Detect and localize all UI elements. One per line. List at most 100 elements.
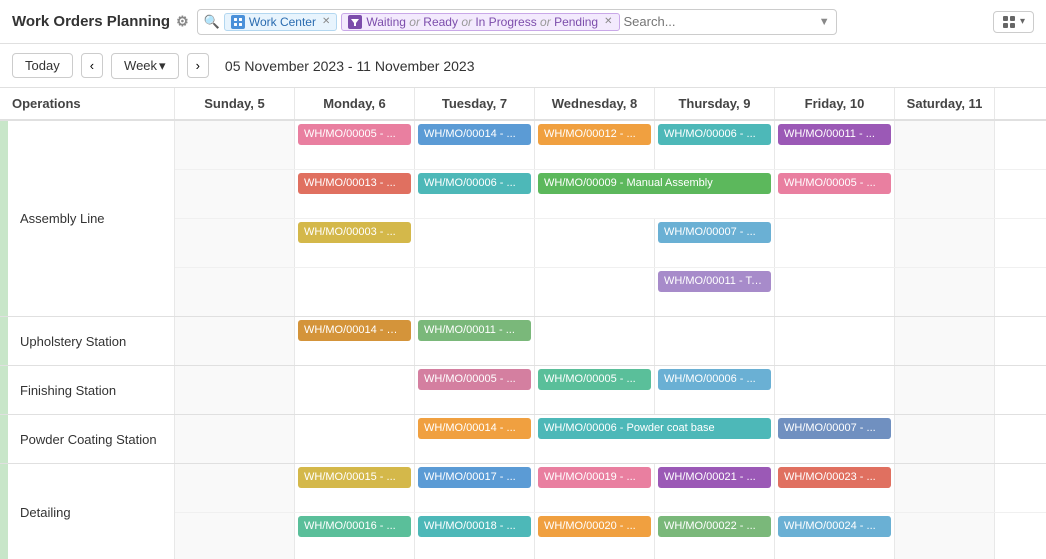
view-toggle-arrow: ▾ (1020, 16, 1025, 27)
cell-assembly-2-sat (895, 170, 995, 218)
cell-assembly-1-sun (175, 121, 295, 169)
assembly-row-1: WH/MO/00005 - ... WH/MO/00014 - ... WH/M… (175, 121, 1046, 170)
assembly-row-4: WH/MO/00011 - Testing (175, 268, 1046, 316)
detailing-row-1: WH/MO/00015 - ... WH/MO/00017 - ... WH/M… (175, 464, 1046, 513)
cell-upholstery-sun (175, 317, 295, 365)
view-toggle[interactable]: ▾ (993, 11, 1034, 33)
cell-assembly-4-tue (415, 268, 535, 316)
work-center-tag[interactable]: Work Center ✕ (224, 13, 338, 31)
gear-icon[interactable]: ⚙ (176, 13, 189, 30)
status-filter-label: Waiting or Ready or In Progress or Pendi… (366, 15, 598, 29)
event-wh-mo-00011-fri[interactable]: WH/MO/00011 - ... (778, 124, 891, 145)
event-wh-mo-00005-mon[interactable]: WH/MO/00005 - ... (298, 124, 411, 145)
event-wh-mo-00015-mon[interactable]: WH/MO/00015 - ... (298, 467, 411, 488)
search-input[interactable] (624, 14, 813, 29)
event-wh-mo-00005-tue-fin[interactable]: WH/MO/00005 - ... (418, 369, 531, 390)
list-view-icon (1002, 15, 1016, 29)
week-button[interactable]: Week ▾ (111, 53, 179, 79)
detailing-row-2: WH/MO/00016 - ... WH/MO/00018 - ... WH/M… (175, 513, 1046, 559)
event-wh-mo-00022-thu[interactable]: WH/MO/00022 - ... (658, 516, 771, 537)
assembly-row-3: WH/MO/00003 - ... WH/MO/00007 - ... (175, 219, 1046, 268)
cell-detailing-2-wed: WH/MO/00020 - ... (535, 513, 655, 559)
cell-assembly-1-fri: WH/MO/00011 - ... (775, 121, 895, 169)
header-friday: Friday, 10 (775, 88, 895, 119)
work-center-close[interactable]: ✕ (322, 16, 330, 27)
cell-detailing-2-sun (175, 513, 295, 559)
cell-assembly-2-mon: WH/MO/00013 - ... (295, 170, 415, 218)
event-wh-mo-00006-powder[interactable]: WH/MO/00006 - Powder coat base (538, 418, 771, 439)
cell-assembly-2-fri: WH/MO/00005 - ... (775, 170, 895, 218)
cell-powder-mon (295, 415, 415, 463)
powder-coating-label: Powder Coating Station (0, 415, 175, 463)
cell-assembly-4-sat (895, 268, 995, 316)
event-wh-mo-00024-fri[interactable]: WH/MO/00024 - ... (778, 516, 891, 537)
cell-finishing-thu: WH/MO/00006 - ... (655, 366, 775, 414)
header-sunday: Sunday, 5 (175, 88, 295, 119)
cell-assembly-3-sat (895, 219, 995, 267)
event-wh-mo-00009-manual[interactable]: WH/MO/00009 - Manual Assembly (538, 173, 771, 194)
cell-detailing-1-mon: WH/MO/00015 - ... (295, 464, 415, 512)
event-wh-mo-00019-wed[interactable]: WH/MO/00019 - ... (538, 467, 651, 488)
cell-upholstery-tue: WH/MO/00011 - ... (415, 317, 535, 365)
cell-detailing-1-wed: WH/MO/00019 - ... (535, 464, 655, 512)
cell-assembly-4-sun (175, 268, 295, 316)
powder-coating-group: Powder Coating Station WH/MO/00014 - ...… (0, 415, 1046, 464)
cell-assembly-2-wed: WH/MO/00009 - Manual Assembly (535, 170, 775, 218)
subtoolbar: Today ‹ Week ▾ › 05 November 2023 - 11 N… (0, 44, 1046, 88)
event-wh-mo-00014-tue-pow[interactable]: WH/MO/00014 - ... (418, 418, 531, 439)
event-wh-mo-00011-tue[interactable]: WH/MO/00011 - ... (418, 320, 531, 341)
detailing-rows: WH/MO/00015 - ... WH/MO/00017 - ... WH/M… (175, 464, 1046, 559)
prev-button[interactable]: ‹ (81, 53, 103, 78)
cell-powder-sun (175, 415, 295, 463)
cell-detailing-2-tue: WH/MO/00018 - ... (415, 513, 535, 559)
event-wh-mo-00007-fri-pow[interactable]: WH/MO/00007 - ... (778, 418, 891, 439)
event-wh-mo-00016-mon[interactable]: WH/MO/00016 - ... (298, 516, 411, 537)
assembly-line-label: Assembly Line (0, 121, 175, 316)
finishing-row-1: WH/MO/00005 - ... WH/MO/00005 - ... WH/M… (175, 366, 1046, 414)
finishing-label: Finishing Station (0, 366, 175, 414)
event-wh-mo-00020-wed[interactable]: WH/MO/00020 - ... (538, 516, 651, 537)
cell-upholstery-thu (655, 317, 775, 365)
event-wh-mo-00017-tue[interactable]: WH/MO/00017 - ... (418, 467, 531, 488)
search-icon[interactable]: 🔍 (204, 14, 220, 30)
event-wh-mo-00023-fri[interactable]: WH/MO/00023 - ... (778, 467, 891, 488)
date-range: 05 November 2023 - 11 November 2023 (225, 58, 475, 74)
event-wh-mo-00003-mon[interactable]: WH/MO/00003 - ... (298, 222, 411, 243)
event-wh-mo-00005-wed-fin[interactable]: WH/MO/00005 - ... (538, 369, 651, 390)
today-button[interactable]: Today (12, 53, 73, 78)
event-wh-mo-00011-testing[interactable]: WH/MO/00011 - Testing (658, 271, 771, 292)
upholstery-label: Upholstery Station (0, 317, 175, 365)
week-dropdown-arrow: ▾ (159, 58, 166, 74)
event-wh-mo-00013-mon[interactable]: WH/MO/00013 - ... (298, 173, 411, 194)
cell-detailing-1-tue: WH/MO/00017 - ... (415, 464, 535, 512)
cell-detailing-1-thu: WH/MO/00021 - ... (655, 464, 775, 512)
event-wh-mo-00007-thu[interactable]: WH/MO/00007 - ... (658, 222, 771, 243)
event-wh-mo-00018-tue[interactable]: WH/MO/00018 - ... (418, 516, 531, 537)
finishing-group: Finishing Station WH/MO/00005 - ... WH/M… (0, 366, 1046, 415)
cell-assembly-3-tue (415, 219, 535, 267)
event-wh-mo-00005-fri2[interactable]: WH/MO/00005 - ... (778, 173, 891, 194)
cell-powder-wed: WH/MO/00006 - Powder coat base (535, 415, 775, 463)
event-wh-mo-00014-tue[interactable]: WH/MO/00014 - ... (418, 124, 531, 145)
cell-assembly-3-thu: WH/MO/00007 - ... (655, 219, 775, 267)
work-center-icon (231, 15, 245, 29)
event-wh-mo-00012-wed[interactable]: WH/MO/00012 - ... (538, 124, 651, 145)
detailing-group: Detailing WH/MO/00015 - ... WH/MO/00017 … (0, 464, 1046, 559)
assembly-row-2: WH/MO/00013 - ... WH/MO/00006 - ... WH/M… (175, 170, 1046, 219)
event-wh-mo-00006-thu-fin[interactable]: WH/MO/00006 - ... (658, 369, 771, 390)
cell-finishing-fri (775, 366, 895, 414)
cell-finishing-sat (895, 366, 995, 414)
status-filter-close[interactable]: ✕ (604, 16, 612, 27)
search-dropdown-arrow[interactable]: ▼ (819, 16, 830, 28)
event-wh-mo-00006-thu[interactable]: WH/MO/00006 - ... (658, 124, 771, 145)
next-button[interactable]: › (187, 53, 209, 78)
header-monday: Monday, 6 (295, 88, 415, 119)
status-filter-tag[interactable]: Waiting or Ready or In Progress or Pendi… (341, 13, 619, 31)
cell-assembly-2-sun (175, 170, 295, 218)
cell-assembly-3-wed (535, 219, 655, 267)
header-wednesday: Wednesday, 8 (535, 88, 655, 119)
event-wh-mo-00021-thu[interactable]: WH/MO/00021 - ... (658, 467, 771, 488)
event-wh-mo-00006-tue[interactable]: WH/MO/00006 - ... (418, 173, 531, 194)
cell-assembly-4-thu: WH/MO/00011 - Testing (655, 268, 775, 316)
event-wh-mo-00014-upholster[interactable]: WH/MO/00014 - Upholster cushion (298, 320, 411, 341)
